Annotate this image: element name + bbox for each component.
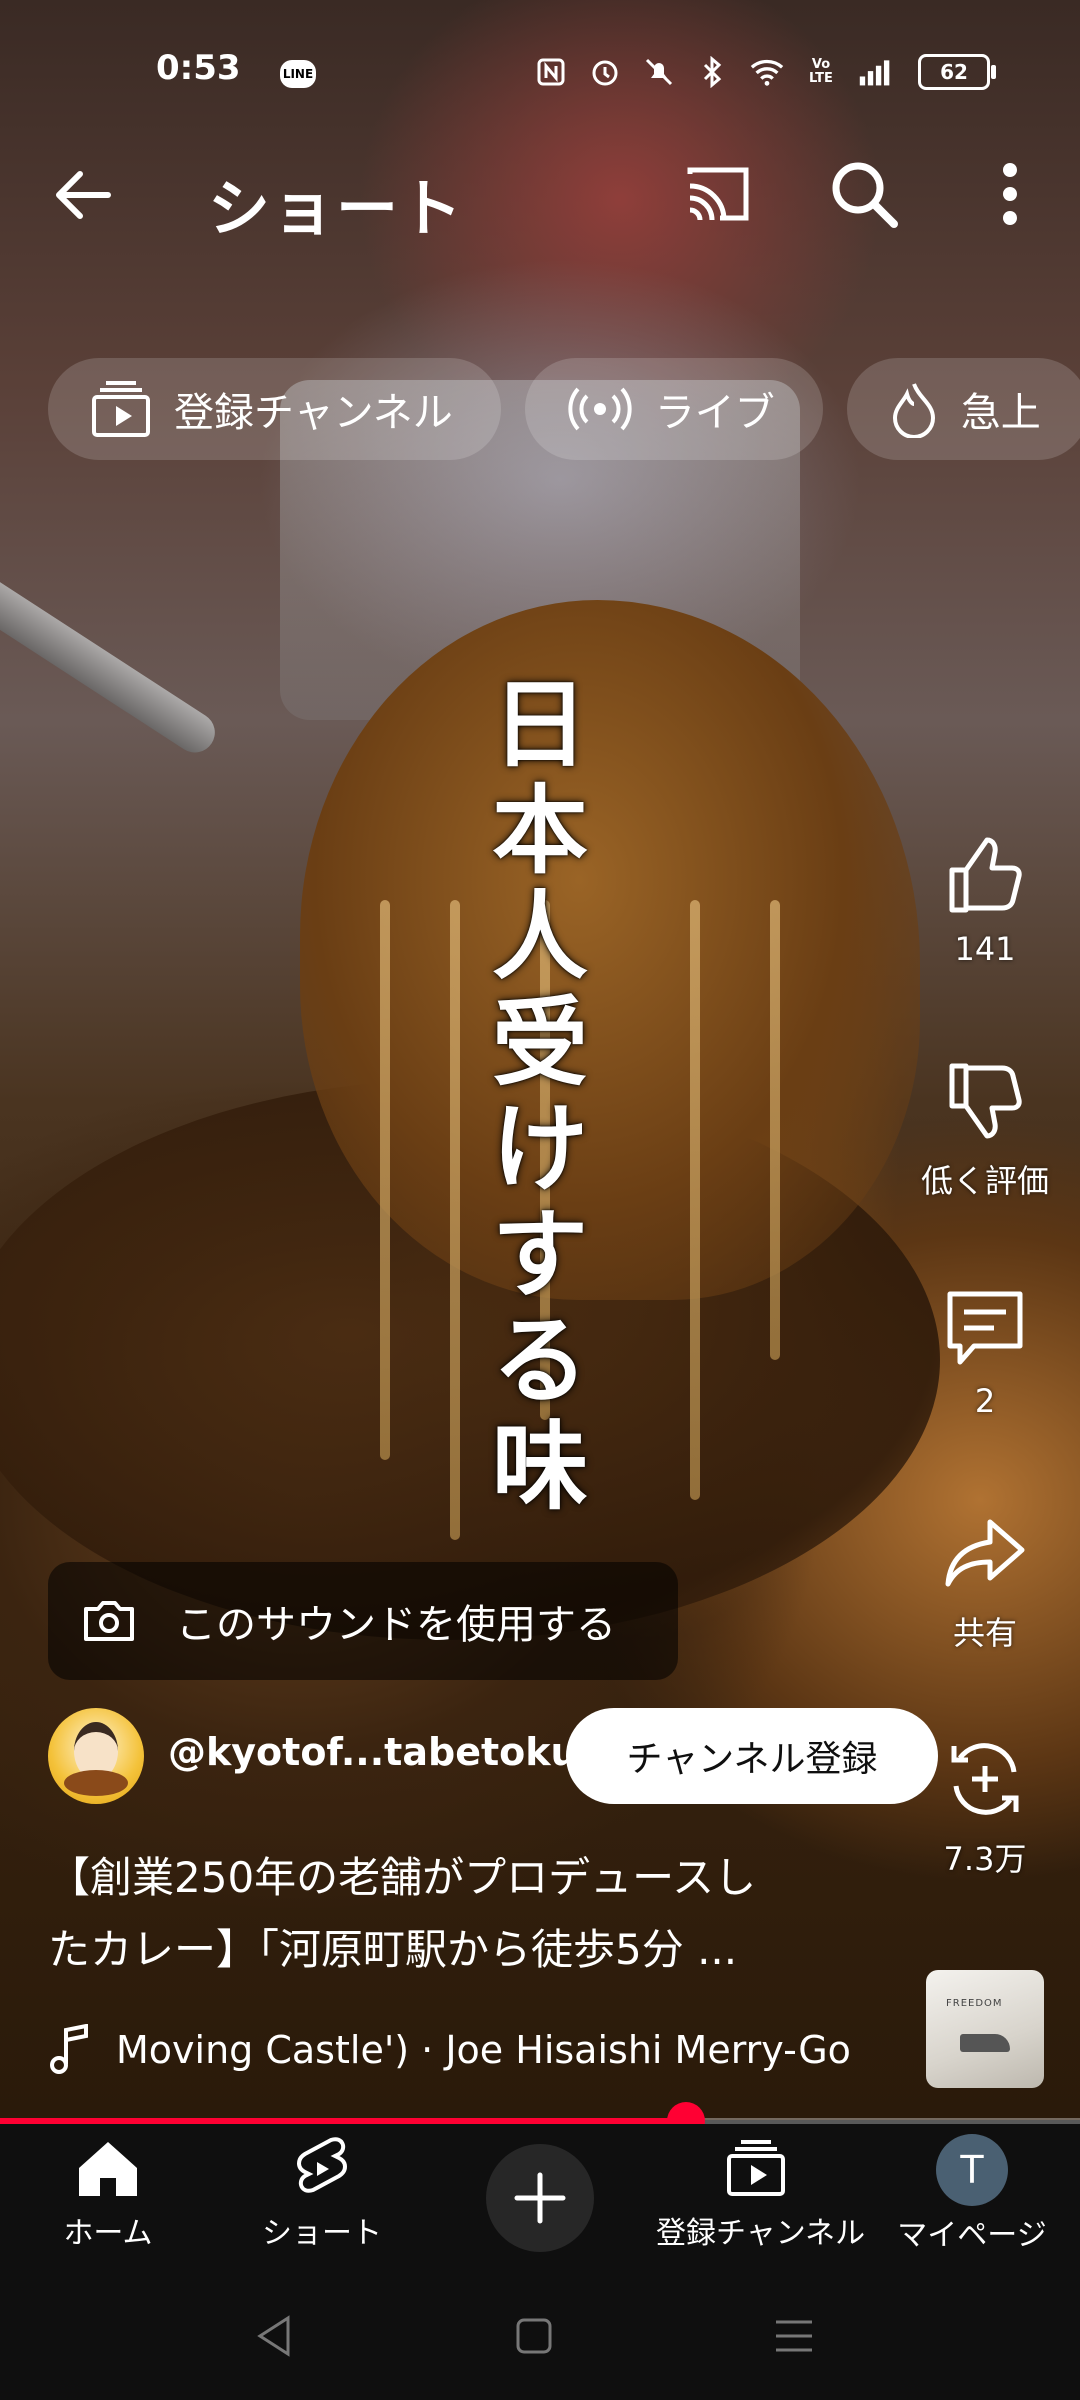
nav-subscriptions[interactable]: 登録チャンネル — [656, 2134, 866, 2252]
channel-row: @kyotof...tabetoku チャンネル登録 — [48, 1706, 938, 1806]
thumbs-down-icon — [949, 1063, 1022, 1139]
video-overlay-caption: 日本人受けする味 — [492, 668, 588, 1523]
trending-icon — [892, 383, 935, 438]
subscriptions-icon — [727, 2140, 785, 2196]
video-description[interactable]: 【創業250年の老舗がプロデュースし たカレー】「河原町駅から徒歩5分 ... — [48, 1842, 888, 1986]
nav-label: 登録チャンネル — [656, 2216, 866, 2251]
chip-live[interactable]: ライブ — [524, 358, 823, 460]
wifi-icon — [750, 55, 784, 89]
feed-filter-chips: 登録チャンネル ライブ 急上 — [48, 358, 1080, 460]
use-sound-button[interactable]: このサウンドを使用する — [48, 1562, 678, 1680]
shorts-header: ショート — [0, 140, 1080, 245]
cast-icon[interactable] — [682, 162, 754, 226]
like-count: 141 — [954, 930, 1016, 968]
system-home-icon[interactable] — [514, 2314, 554, 2358]
cheese-strand — [690, 900, 700, 1500]
page-title: ショート — [208, 172, 465, 245]
album-art-thumbnail[interactable]: FREEDOM — [926, 1970, 1044, 2088]
subscribe-button[interactable]: チャンネル登録 — [566, 1708, 938, 1804]
bottom-navigation: ホーム ショート 登録チャンネル T マイページ — [0, 2124, 1080, 2274]
cheese-strand — [450, 900, 460, 1540]
thumbs-up-icon — [949, 837, 1022, 913]
mute-icon — [642, 55, 676, 89]
music-row[interactable]: Moving Castle') · Joe Hisaishi Merry-Go — [48, 2020, 908, 2080]
system-menu-icon[interactable] — [772, 2314, 816, 2358]
description-line: たカレー】「河原町駅から徒歩5分 ... — [48, 1925, 738, 1974]
nav-mypage[interactable]: T マイページ — [872, 2134, 1072, 2254]
album-art-text: FREEDOM — [946, 1998, 1003, 2009]
more-vert-icon[interactable] — [978, 156, 1042, 232]
status-bar: 0:53 LINE Vo LTE 62 — [0, 0, 1080, 140]
remix-icon — [951, 1743, 1019, 1815]
chip-label: 登録チャンネル — [174, 390, 453, 436]
live-icon — [568, 387, 632, 431]
chip-label: ライブ — [654, 390, 775, 436]
shorts-icon — [297, 2137, 347, 2193]
like-button[interactable]: 141 — [900, 830, 1070, 968]
nav-label: ホーム — [63, 2216, 153, 2251]
music-note-icon — [50, 2024, 88, 2074]
plus-icon — [514, 2172, 566, 2224]
shorts-screen: 日本人受けする味 0:53 LINE Vo LTE 62 ショート 登録チャンネ… — [0, 0, 1080, 2400]
chip-subscriptions[interactable]: 登録チャンネル — [48, 358, 501, 460]
nfc-icon — [534, 55, 568, 89]
subscriptions-icon — [92, 381, 150, 437]
channel-handle[interactable]: @kyotof...tabetoku — [168, 1730, 578, 1774]
nav-label: マイページ — [897, 2218, 1047, 2253]
back-arrow-icon[interactable] — [48, 160, 118, 230]
signal-icon — [858, 55, 892, 89]
user-avatar: T — [936, 2134, 1008, 2206]
fork-image — [0, 563, 223, 761]
system-back-icon[interactable] — [254, 2314, 294, 2358]
line-notification-icon: LINE — [280, 60, 316, 88]
dislike-label: 低く評価 — [920, 1162, 1049, 1200]
system-navigation-bar — [0, 2274, 1080, 2400]
chip-label: 急上 — [960, 390, 1041, 436]
cheese-strand — [380, 900, 390, 1460]
comment-button[interactable]: 2 — [900, 1282, 1070, 1420]
cheese-strand — [770, 900, 780, 1360]
home-icon — [79, 2142, 137, 2196]
status-time: 0:53 — [156, 48, 241, 88]
camera-icon — [84, 1601, 134, 1641]
alarm-icon — [588, 55, 622, 89]
channel-avatar[interactable] — [48, 1708, 144, 1804]
comment-count: 2 — [974, 1382, 996, 1420]
share-button[interactable]: 共有 — [900, 1508, 1070, 1654]
share-label: 共有 — [952, 1614, 1017, 1652]
bluetooth-icon — [696, 55, 730, 89]
share-icon — [945, 1519, 1025, 1587]
nav-shorts[interactable]: ショート — [222, 2134, 422, 2252]
curry-spoon-image — [300, 600, 920, 1300]
use-sound-label: このサウンドを使用する — [176, 1602, 616, 1648]
nav-label: ショート — [262, 2216, 382, 2251]
dislike-button[interactable]: 低く評価 — [900, 1056, 1070, 1202]
volte-icon: Vo LTE — [809, 57, 833, 86]
chip-trending[interactable]: 急上 — [846, 358, 1080, 460]
battery-icon: 62 — [918, 54, 996, 90]
remix-count: 7.3万 — [943, 1840, 1027, 1878]
comment-icon — [947, 1291, 1023, 1365]
nav-home[interactable]: ホーム — [8, 2134, 208, 2252]
music-track-text: Moving Castle') · Joe Hisaishi Merry-Go — [116, 2028, 851, 2072]
search-icon[interactable] — [826, 156, 902, 232]
description-line: 【創業250年の老舗がプロデュースし — [48, 1853, 757, 1902]
create-button[interactable] — [486, 2144, 594, 2252]
